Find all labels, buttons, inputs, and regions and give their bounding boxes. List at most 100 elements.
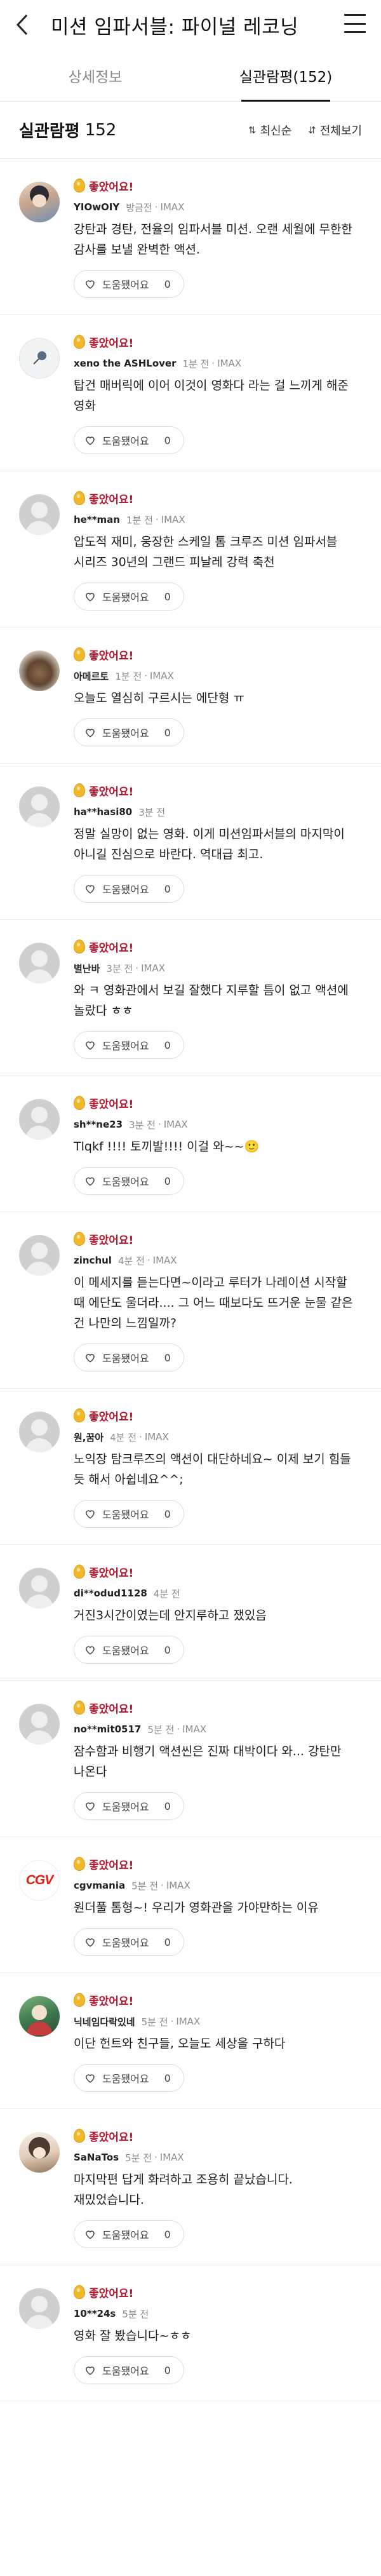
reviewer-nickname: zinchul	[74, 1255, 112, 1266]
reviewer-nickname: 10**24s	[74, 2308, 116, 2319]
tab-details[interactable]: 상세정보	[0, 50, 190, 101]
avatar[interactable]	[19, 786, 60, 827]
review-item: 좋았어요! 원,꿈아 4분 전 · IMAX 노익장 탐크루즈의 액션이 대단하네요~ 이…	[0, 1389, 381, 1545]
helpful-button[interactable]: 도움됐어요 0	[74, 583, 184, 610]
review-meta: SaNaTos 5분 전 · IMAX	[74, 2152, 184, 2164]
helpful-label: 도움됐어요	[102, 2229, 149, 2241]
review-body: 좋았어요! 아메르토 1분 전 · IMAX 오늘도 열심히 구르시는 에단형 ㅠ 도움됐어…	[74, 628, 381, 763]
review-body: 좋았어요! xeno the ASHLover 1분 전 · IMAX 탑건 매버릭에 이…	[74, 315, 381, 471]
helpful-button[interactable]: 도움됐어요 0	[74, 1344, 184, 1372]
heart-icon	[84, 727, 96, 738]
avatar[interactable]	[19, 651, 60, 691]
helpful-button[interactable]: 도움됐어요 0	[74, 718, 184, 746]
review-format: IMAX	[159, 2152, 184, 2163]
helpful-label: 도움됐어요	[102, 1176, 149, 1188]
heart-icon	[84, 591, 96, 602]
review-format: IMAX	[144, 1431, 169, 1443]
review-meta: no**mit0517 5분 전 · IMAX	[74, 1723, 206, 1736]
reviewer-nickname: 아메르토	[74, 670, 109, 682]
avatar[interactable]	[19, 2132, 60, 2173]
tab-reviews[interactable]: 실관람평(152)	[190, 50, 381, 102]
helpful-button[interactable]: 도움됐어요 0	[74, 1636, 184, 1664]
avatar[interactable]	[19, 1568, 60, 1608]
hamburger-menu-icon[interactable]	[344, 14, 366, 33]
review-time: 5분 전	[122, 2308, 149, 2320]
helpful-button[interactable]: 도움됐어요 0	[74, 875, 184, 903]
avatar[interactable]	[19, 2288, 60, 2329]
heart-icon	[84, 2072, 96, 2084]
helpful-button[interactable]: 도움됐어요 0	[74, 1500, 184, 1528]
helpful-label: 도움됐어요	[102, 727, 149, 739]
review-item: 좋았어요! SaNaTos 5분 전 · IMAX 마지막편 답게 화려하고 조용히 끝났…	[0, 2109, 381, 2265]
helpful-button[interactable]: 도움됐어요 0	[74, 2356, 184, 2384]
review-format: IMAX	[166, 1880, 190, 1891]
review-text: 마지막편 답게 화려하고 조용히 끝났습니다. 재밌었습니다.	[74, 2173, 293, 2207]
helpful-count: 0	[164, 1800, 171, 1812]
back-button[interactable]	[15, 12, 36, 37]
helpful-button[interactable]: 도움됐어요 0	[74, 2064, 184, 2092]
rating-label: 좋았어요!	[89, 1567, 134, 1580]
heart-icon	[84, 1644, 96, 1656]
avatar[interactable]	[19, 1235, 60, 1276]
review-text: 잠수함과 비행기 액션씬은 진짜 대박이다 와... 강탄만 나온다	[74, 1744, 342, 1779]
reviewer-nickname: 원,꿈아	[74, 1431, 104, 1443]
sort-latest-button[interactable]: ⇅ 최신순	[248, 122, 291, 138]
review-body: 좋았어요! no**mit0517 5분 전 · IMAX 잠수함과 비행기 액션씬은 진…	[74, 1681, 381, 1837]
helpful-label: 도움됐어요	[102, 1801, 149, 1813]
heart-icon	[84, 1936, 96, 1948]
avatar[interactable]	[19, 1412, 60, 1452]
review-item: 좋았어요! zinchul 4분 전 · IMAX 이 메세지를 듣는다면~이라고 루터가…	[0, 1212, 381, 1389]
heart-icon	[84, 278, 96, 290]
helpful-count: 0	[164, 1643, 171, 1656]
review-item: 좋았어요! sh**ne23 3분 전 · IMAX Tlqkf !!!! 토끼발!!!!…	[0, 1076, 381, 1212]
helpful-button[interactable]: 도움됐어요 0	[74, 1792, 184, 1820]
avatar[interactable]	[19, 1996, 60, 2037]
rating-label: 좋았어요!	[89, 1234, 134, 1247]
rating-badge: 좋았어요!	[74, 1094, 133, 1112]
review-meta: 별난바 3분 전 · IMAX	[74, 962, 166, 974]
helpful-button[interactable]: 도움됐어요 0	[74, 1031, 184, 1059]
helpful-count: 0	[164, 1936, 171, 1948]
helpful-count: 0	[164, 1507, 171, 1520]
helpful-button[interactable]: 도움됐어요 0	[74, 426, 184, 454]
filter-all-button[interactable]: ⇵ 전체보기	[308, 122, 362, 138]
rating-label: 좋았어요!	[89, 1703, 134, 1716]
avatar[interactable]	[19, 943, 60, 983]
avatar[interactable]	[19, 1704, 60, 1744]
review-text: Tlqkf !!!! 토끼발!!!! 이걸 와~~🙂	[74, 1140, 260, 1154]
helpful-button[interactable]: 도움됐어요 0	[74, 1167, 184, 1195]
rating-badge: 좋았어요!	[74, 1406, 133, 1424]
review-time: 3분 전	[129, 1119, 156, 1131]
helpful-button[interactable]: 도움됐어요 0	[74, 1928, 184, 1956]
review-meta: 아메르토 1분 전 · IMAX	[74, 670, 174, 682]
review-time: 방금전	[126, 201, 152, 213]
helpful-button[interactable]: 도움됐어요 0	[74, 270, 184, 298]
helpful-count: 0	[164, 278, 171, 290]
review-meta: sh**ne23 3분 전 · IMAX	[74, 1119, 188, 1131]
reviewer-nickname: no**mit0517	[74, 1723, 142, 1735]
reviewer-nickname: YIOwOIY	[74, 201, 120, 213]
avatar[interactable]	[19, 182, 60, 222]
review-time: 4분 전	[153, 1588, 180, 1600]
helpful-label: 도움됐어요	[102, 591, 149, 604]
helpful-label: 도움됐어요	[102, 1040, 149, 1052]
review-time: 3분 전	[106, 962, 133, 974]
reviewer-nickname: xeno the ASHLover	[74, 358, 177, 369]
pin-icon	[33, 351, 46, 365]
heart-icon	[84, 883, 96, 894]
helpful-button[interactable]: 도움됐어요 0	[74, 2220, 184, 2248]
helpful-count: 0	[164, 2364, 171, 2377]
sort-latest-label: 최신순	[260, 124, 292, 138]
golden-egg-icon	[74, 1857, 85, 1871]
review-body: 좋았어요! 원,꿈아 4분 전 · IMAX 노익장 탐크루즈의 액션이 대단하네요~ 이…	[74, 1389, 381, 1544]
review-body: 좋았어요! YIOwOIY 방금전 · IMAX 강탄과 경탄, 전율의 임파서블 미션.…	[74, 159, 381, 314]
avatar[interactable]: CGV	[19, 1860, 60, 1901]
review-body: 좋았어요! 닉네임다락있네 5분 전 · IMAX 이단 헌트와 친구들, 오늘도 세상을…	[74, 1973, 381, 2108]
avatar[interactable]	[19, 338, 60, 379]
section-title: 실관람평	[19, 122, 80, 141]
avatar[interactable]	[19, 494, 60, 535]
rating-badge: 좋았어요!	[74, 333, 133, 351]
avatar[interactable]	[19, 1099, 60, 1140]
helpful-count: 0	[164, 726, 171, 739]
rating-label: 좋았어요!	[89, 649, 134, 663]
